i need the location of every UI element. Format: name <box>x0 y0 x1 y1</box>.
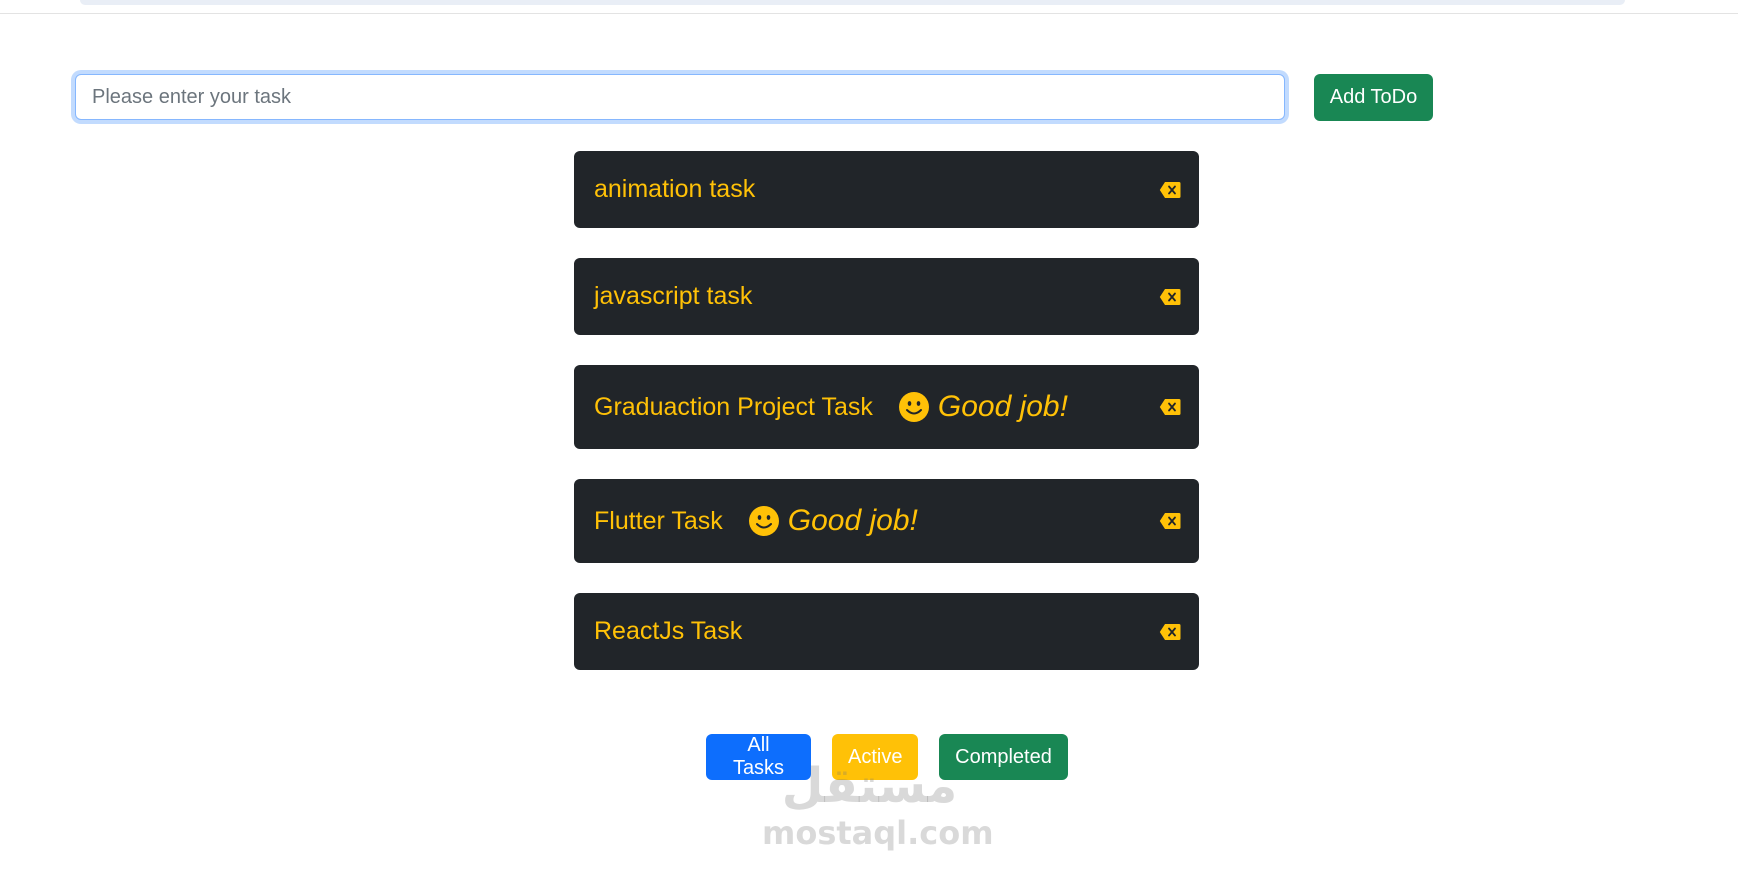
task-item-completed[interactable]: Flutter Task Good job! <box>574 479 1199 563</box>
filter-completed-button[interactable]: Completed <box>939 734 1068 780</box>
filter-bar: All Tasks Active Completed <box>706 734 1068 780</box>
good-job-badge: Good job! <box>748 504 918 538</box>
task-text: animation task <box>594 175 756 203</box>
watermark-latin: mostaql.com <box>762 814 994 852</box>
task-item-completed[interactable]: Graduaction Project Task Good job! <box>574 365 1199 449</box>
task-text: javascript task <box>594 282 753 310</box>
task-input[interactable] <box>75 74 1285 120</box>
delete-task-icon[interactable] <box>1159 288 1181 306</box>
smile-icon <box>898 392 929 422</box>
smile-icon <box>748 506 779 536</box>
add-todo-button[interactable]: Add ToDo <box>1314 74 1433 121</box>
task-item[interactable]: javascript task <box>574 258 1199 335</box>
task-text: Flutter Task <box>594 506 723 535</box>
task-list: animation task javascript task Graduacti… <box>574 151 1199 700</box>
good-job-badge: Good job! <box>898 390 1068 424</box>
task-item[interactable]: animation task <box>574 151 1199 228</box>
top-divider <box>0 13 1738 14</box>
task-item[interactable]: ReactJs Task <box>574 593 1199 670</box>
delete-task-icon[interactable] <box>1159 181 1181 199</box>
delete-task-icon[interactable] <box>1159 512 1181 530</box>
delete-task-icon[interactable] <box>1159 398 1181 416</box>
filter-all-tasks-button[interactable]: All Tasks <box>706 734 811 780</box>
delete-task-icon[interactable] <box>1159 623 1181 641</box>
task-text: Graduaction Project Task <box>594 392 873 421</box>
task-text: ReactJs Task <box>594 617 743 645</box>
good-job-text: Good job! <box>787 504 918 537</box>
filter-active-button[interactable]: Active <box>832 734 918 780</box>
good-job-text: Good job! <box>937 390 1068 423</box>
page: Add ToDo animation task javascript task … <box>0 0 1738 876</box>
top-strip <box>80 0 1625 5</box>
